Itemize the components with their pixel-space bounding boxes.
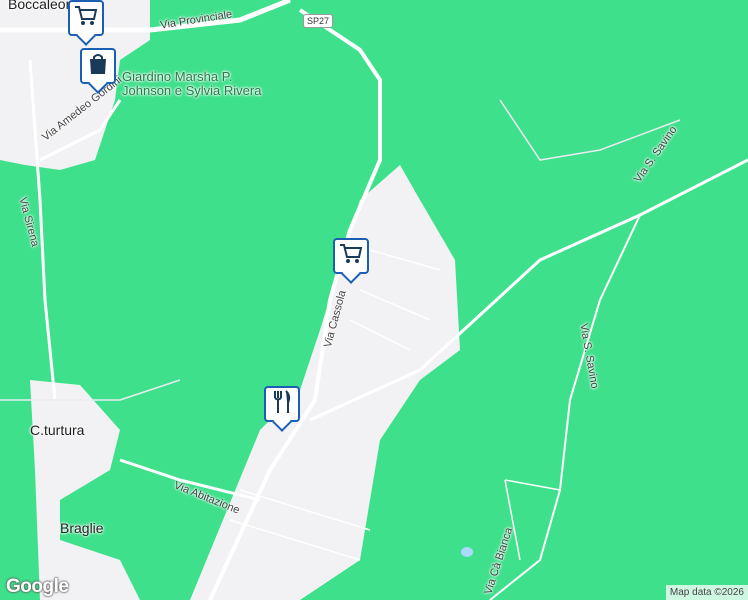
map-attribution[interactable]: Map data ©2026 [665,585,748,600]
google-logo[interactable]: Google [6,576,69,598]
road-shield-sp27: SP27 [303,14,334,28]
shopping-bag-icon [88,53,108,80]
map-canvas[interactable]: Boccaleone Via Provinciale SP27 Giardino… [0,0,748,600]
shopping-cart-icon [74,5,98,32]
shopping-cart-icon [339,243,363,270]
park-label-line1: Giardino Marsha P. [122,69,233,84]
place-label-braglie: Braglie [60,520,104,536]
shopping-cart-marker[interactable] [68,0,104,36]
restaurant-icon [272,389,292,419]
shopping-cart-marker-2[interactable] [333,238,369,274]
place-label-c-turtura: C.turtura [30,422,85,438]
park-label: Giardino Marsha P. Johnson e Sylvia Rive… [122,70,261,98]
restaurant-marker[interactable] [264,386,300,422]
park-label-line2: Johnson e Sylvia Rivera [122,83,262,98]
shopping-bag-marker[interactable] [80,48,116,84]
